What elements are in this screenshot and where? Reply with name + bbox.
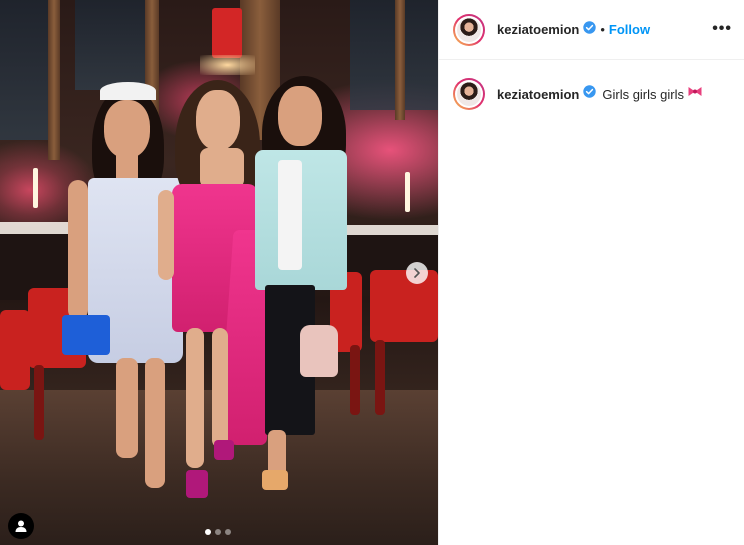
chevron-right-icon	[414, 268, 420, 278]
user-tag-icon	[15, 520, 27, 532]
verified-badge-icon	[583, 85, 597, 103]
person-middle-leg	[186, 328, 204, 468]
headband	[100, 82, 156, 100]
carousel-next-button[interactable]	[406, 262, 428, 284]
red-chair	[370, 270, 438, 342]
tan-heel	[262, 470, 288, 490]
pendant-lamp	[212, 8, 242, 58]
table-cloth	[340, 225, 438, 235]
person-left-face	[104, 100, 150, 158]
person-left-arm	[68, 180, 88, 320]
avatar-ring	[455, 80, 483, 108]
person-middle-chest	[200, 148, 244, 188]
person-left-leg	[116, 358, 138, 458]
chair-leg	[375, 340, 385, 415]
pink-heel	[214, 440, 234, 460]
white-top	[278, 160, 302, 270]
person-middle-leg	[212, 328, 228, 448]
caption-avatar[interactable]	[453, 78, 485, 110]
pink-handbag	[300, 325, 338, 377]
post-side-panel: keziatoemion • Follow ••• keziatoemion G…	[438, 0, 744, 545]
follow-button[interactable]: Follow	[609, 22, 650, 37]
chair-leg	[34, 365, 44, 440]
person-middle-arm	[158, 190, 174, 280]
candle	[33, 168, 38, 208]
person-middle-face	[196, 90, 240, 150]
carousel-dot	[205, 529, 211, 535]
avatar-image	[457, 17, 481, 42]
carousel-dot	[225, 529, 231, 535]
more-options-icon[interactable]: •••	[712, 20, 732, 38]
post-header: keziatoemion • Follow •••	[439, 0, 744, 60]
avatar[interactable]	[453, 13, 485, 46]
caption-username[interactable]: keziatoemion	[497, 87, 579, 102]
tagged-users-button[interactable]	[8, 513, 34, 539]
person-left-leg	[145, 358, 165, 488]
blue-handbag	[62, 315, 110, 355]
background-window	[75, 0, 145, 90]
background-window	[350, 0, 438, 110]
ribbon-icon	[687, 85, 703, 103]
person-right-face	[278, 86, 322, 146]
person-left-neck	[116, 152, 138, 180]
table-cloth	[0, 222, 75, 234]
post-photo[interactable]	[0, 0, 438, 545]
avatar-ring	[455, 15, 483, 44]
separator: •	[600, 22, 605, 37]
verified-badge-icon	[583, 20, 597, 39]
red-chair	[0, 310, 30, 390]
avatar-image	[457, 82, 481, 106]
background-pillar	[48, 0, 60, 160]
caption: keziatoemion Girls girls girls	[439, 60, 744, 110]
background-pillar	[395, 0, 405, 120]
caption-text: Girls girls girls	[602, 86, 684, 102]
header-username[interactable]: keziatoemion	[497, 22, 579, 37]
chair-leg	[350, 345, 360, 415]
carousel-dot	[215, 529, 221, 535]
carousel-indicator	[205, 529, 231, 535]
candle	[405, 172, 410, 212]
pink-heel	[186, 470, 208, 498]
lamp-glow	[200, 55, 255, 75]
